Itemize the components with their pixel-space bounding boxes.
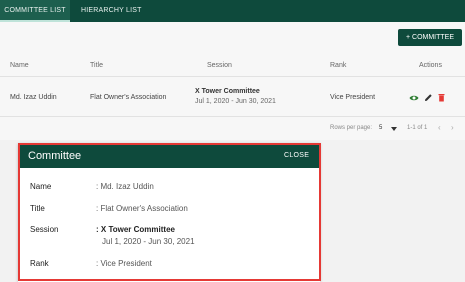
rows-per-page-select[interactable]: 5: [379, 125, 382, 131]
tab-hierarchy-list[interactable]: HIERARCHY LIST: [81, 0, 142, 22]
row-actions: [409, 93, 449, 103]
row-divider: [0, 116, 465, 117]
column-header-session[interactable]: Session: [207, 62, 232, 69]
pencil-icon[interactable]: [424, 93, 433, 102]
header-divider: [0, 76, 465, 77]
top-tab-bar: COMMITTEE LIST HIERARCHY LIST: [0, 0, 465, 22]
row-title: Flat Owner's Association: [90, 94, 167, 101]
highlight-border: [18, 143, 321, 281]
rows-per-page-label: Rows per page:: [330, 125, 373, 131]
chevron-left-icon[interactable]: ‹: [438, 123, 441, 132]
chevron-right-icon[interactable]: ›: [451, 123, 454, 132]
tab-committee-list-label: COMMITTEE LIST: [4, 7, 66, 14]
column-header-name[interactable]: Name: [10, 62, 29, 69]
add-committee-button[interactable]: + COMMITTEE: [398, 29, 462, 46]
column-header-rank[interactable]: Rank: [330, 62, 346, 69]
eye-icon[interactable]: [409, 94, 419, 102]
row-session-title: X Tower Committee: [195, 88, 260, 95]
caret-down-icon[interactable]: [391, 127, 397, 131]
column-header-actions: Actions: [419, 62, 442, 69]
row-name: Md. Izaz Uddin: [10, 94, 57, 101]
tab-committee-list[interactable]: COMMITTEE LIST: [0, 0, 70, 22]
pagination-range: 1-1 of 1: [407, 125, 428, 131]
row-rank: Vice President: [330, 94, 376, 101]
trash-icon[interactable]: [438, 93, 445, 102]
tab-hierarchy-list-label: HIERARCHY LIST: [81, 7, 142, 14]
row-session-dates: Jul 1, 2020 - Jun 30, 2021: [195, 98, 276, 105]
column-header-title[interactable]: Title: [90, 62, 103, 69]
